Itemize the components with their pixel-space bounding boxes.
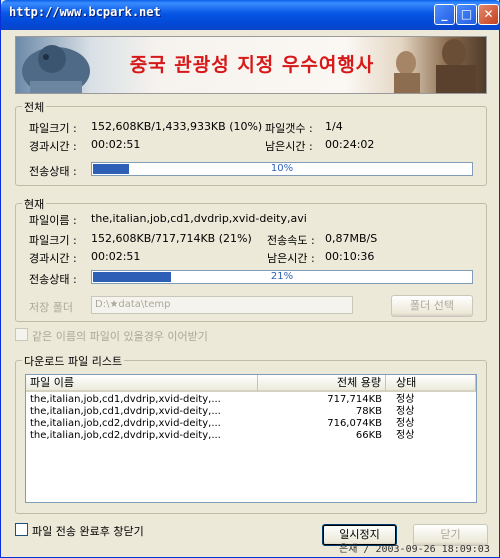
close-on-complete-checkbox[interactable] xyxy=(15,523,28,536)
column-header-total-size[interactable]: 전체 용량 xyxy=(258,375,386,392)
total-progress-text: 10% xyxy=(270,163,294,174)
banner-title: 중국 관광성 지정 우수여행사 xyxy=(129,54,375,76)
list-item-name: the,italian,job,cd2,dvdrip,xvid-deity,..… xyxy=(30,418,221,429)
watermark-text: 은재 / 2003-09-26 18:09:03 xyxy=(339,544,490,555)
current-file-size-value: 152,608KB/717,714KB (21%) xyxy=(91,232,252,245)
current-elapsed-value: 00:02:51 xyxy=(91,250,141,263)
column-header-file-name[interactable]: 파일 이름 xyxy=(26,375,258,392)
current-elapsed-label: 경과시간 : xyxy=(29,252,77,265)
column-header-status[interactable]: 상태 xyxy=(386,375,476,392)
current-remaining-value: 00:10:36 xyxy=(325,250,375,263)
total-file-size-value: 152,608KB/1,433,933KB (10%) xyxy=(91,120,263,133)
list-item-size: 717,714KB xyxy=(327,394,382,405)
download-window: http://www.bcpark.net _ □ ✕ 중국 관광성 지정 우수… xyxy=(0,0,500,558)
close-window-button[interactable]: ✕ xyxy=(478,4,499,25)
current-file-name-value: the,italian,job,cd1,dvdrip,xvid-deity,av… xyxy=(91,212,307,225)
current-speed-value: 0,87MB/S xyxy=(325,232,378,245)
current-status-label: 전송상태 : xyxy=(29,273,77,286)
total-elapsed-value: 00:02:51 xyxy=(91,138,141,151)
close-on-complete-label: 파일 전송 완료후 창닫기 xyxy=(32,525,144,538)
maximize-icon: □ xyxy=(460,7,473,21)
list-item[interactable]: the,italian,job,cd2,dvdrip,xvid-deity,..… xyxy=(26,418,476,430)
list-item-state: 정상 xyxy=(396,418,415,429)
total-file-size-label: 파일크기 : xyxy=(29,122,77,135)
minimize-icon: _ xyxy=(441,7,448,21)
list-item-size: 716,074KB xyxy=(327,418,382,429)
window-title: http://www.bcpark.net xyxy=(9,5,161,19)
total-status-label: 전송상태 : xyxy=(29,165,77,178)
list-item[interactable]: the,italian,job,cd1,dvdrip,xvid-deity,..… xyxy=(26,394,476,406)
current-section-title: 현재 xyxy=(22,196,47,212)
list-item-size: 78KB xyxy=(355,406,382,417)
list-header: 파일 이름 전체 용량 상태 xyxy=(26,375,476,392)
list-item[interactable]: the,italian,job,cd1,dvdrip,xvid-deity,..… xyxy=(26,406,476,418)
current-progress-bar: 21% xyxy=(91,270,473,284)
save-folder-input[interactable]: D:\★data\temp xyxy=(91,296,353,314)
current-progress-text: 21% xyxy=(270,271,294,282)
list-item-name: the,italian,job,cd2,dvdrip,xvid-deity,..… xyxy=(30,430,221,441)
list-item-state: 정상 xyxy=(396,406,415,417)
download-file-list[interactable]: 파일 이름 전체 용량 상태 the,italian,job,cd1,dvdri… xyxy=(25,374,477,503)
resume-checkbox[interactable] xyxy=(15,328,28,341)
total-remaining-value: 00:24:02 xyxy=(325,138,375,151)
minimize-button[interactable]: _ xyxy=(434,4,455,25)
current-speed-label: 전송속도 : xyxy=(267,234,315,247)
maximize-button[interactable]: □ xyxy=(456,4,477,25)
title-bar[interactable]: http://www.bcpark.net _ □ ✕ xyxy=(1,0,500,30)
total-file-count-label: 파일갯수 : xyxy=(265,122,313,135)
list-item-name: the,italian,job,cd1,dvdrip,xvid-deity,..… xyxy=(30,394,221,405)
list-item[interactable]: the,italian,job,cd2,dvdrip,xvid-deity,..… xyxy=(26,430,476,442)
current-remaining-label: 남은시간 : xyxy=(267,252,315,265)
total-progress-bar: 10% xyxy=(91,162,473,176)
download-list-title: 다운로드 파일 리스트 xyxy=(22,353,125,369)
close-icon: ✕ xyxy=(483,7,494,21)
total-elapsed-label: 경과시간 : xyxy=(29,140,77,153)
list-item-state: 정상 xyxy=(396,430,415,441)
current-file-name-label: 파일이름 : xyxy=(29,214,77,227)
list-item-state: 정상 xyxy=(396,394,415,405)
total-file-count-value: 1/4 xyxy=(325,120,343,133)
resume-checkbox-label: 같은 이름의 파일이 있을경우 이어받기 xyxy=(32,330,208,343)
save-folder-label: 저장 폴더 xyxy=(29,301,73,314)
list-item-name: the,italian,job,cd1,dvdrip,xvid-deity,..… xyxy=(30,406,221,417)
current-file-size-label: 파일크기 : xyxy=(29,234,77,247)
folder-select-button[interactable]: 폴더 선택 xyxy=(391,295,473,317)
total-remaining-label: 남은시간 : xyxy=(265,140,313,153)
total-section-title: 전체 xyxy=(22,99,47,115)
banner-image: 중국 관광성 지정 우수여행사 xyxy=(15,36,487,94)
list-item-size: 66KB xyxy=(355,430,382,441)
